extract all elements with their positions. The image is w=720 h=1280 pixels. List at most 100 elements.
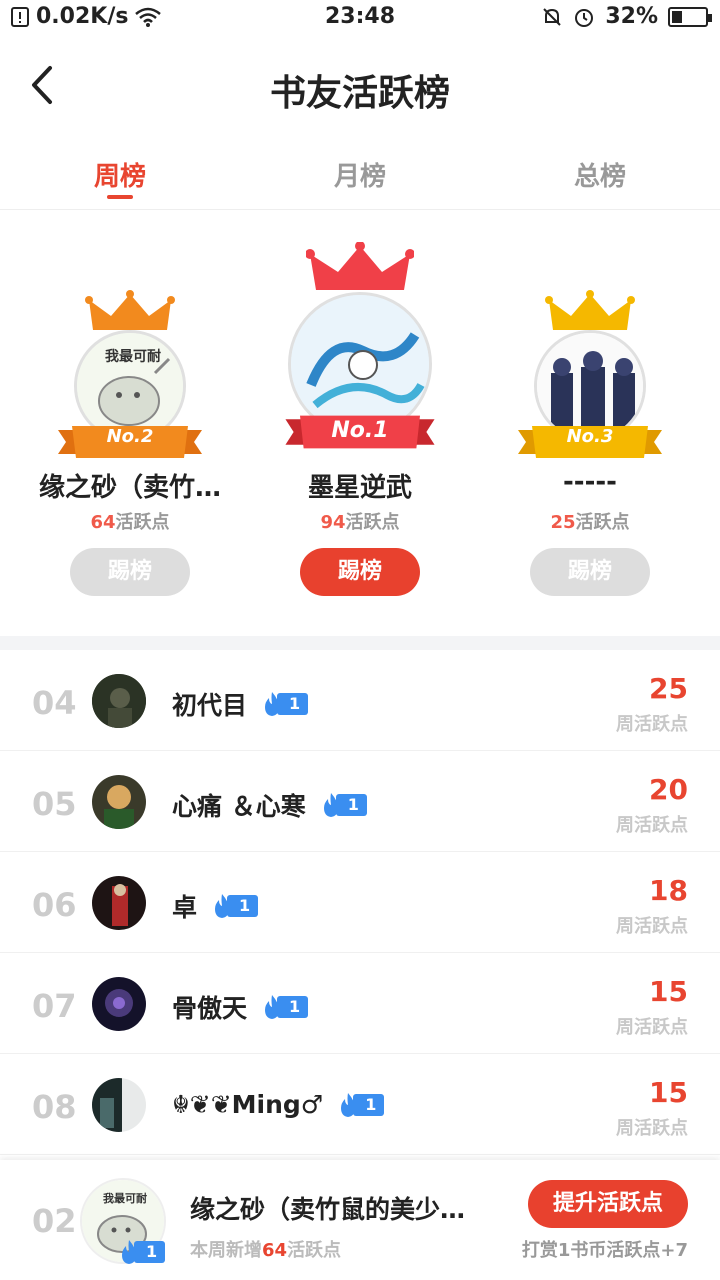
kick-button[interactable]: 踢榜 <box>300 548 420 596</box>
weekly-prefix: 本周新增 <box>190 1240 262 1261</box>
user-name-row: 卓 1 <box>172 888 259 924</box>
header: 书友活跃榜 <box>0 40 720 130</box>
my-rank-bar: 02 我最可耐 1 缘之砂（卖竹鼠的美少… 本周新增64活跃点 提升活跃点 打赏… <box>0 1160 720 1280</box>
weekly-score: 15 <box>649 975 688 1008</box>
flame-icon <box>341 1092 356 1117</box>
points-value: 94 <box>320 512 346 533</box>
user-name-row: 骨傲天 1 <box>172 989 309 1025</box>
points-value: 25 <box>550 512 576 533</box>
user-name-row: ☬❦❦Ming♂ 1 <box>172 1090 385 1119</box>
my-name: 缘之砂（卖竹鼠的美少… <box>190 1195 466 1224</box>
kick-button[interactable]: 踢榜 <box>70 548 190 596</box>
rank-number: 04 <box>32 684 77 722</box>
tab-bar: 周榜 月榜 总榜 <box>0 140 720 210</box>
flame-icon <box>323 793 338 817</box>
list-item[interactable]: 04 初代目 1 25 周活跃点 <box>0 650 720 751</box>
weekly-score-label: 周活跃点 <box>616 1017 688 1038</box>
points-suffix: 活跃点 <box>115 512 170 533</box>
flame-icon <box>265 692 280 716</box>
avatar-image <box>92 1078 146 1132</box>
user-name-row: 心痛 ＆心寒 1 <box>172 787 367 823</box>
ranking-list: 04 初代目 1 25 周活跃点 05 心痛 ＆心寒 1 20 周活跃点 06 … <box>0 650 720 1155</box>
list-item[interactable]: 06 卓 1 18 周活跃点 <box>0 852 720 953</box>
avatar[interactable] <box>92 674 146 728</box>
podium-name: ----- <box>563 467 617 497</box>
weekly-score: 25 <box>649 672 688 705</box>
level-badge: 1 <box>320 793 367 817</box>
boost-activity-button[interactable]: 提升活跃点 <box>528 1180 688 1228</box>
page-title: 书友活跃榜 <box>269 73 450 114</box>
avatar[interactable] <box>92 876 146 930</box>
mute-bell-icon <box>543 7 562 26</box>
rank-badge-text: No.3 <box>566 426 614 447</box>
tab-monthly[interactable]: 月榜 <box>240 140 480 209</box>
points-suffix: 活跃点 <box>575 512 630 533</box>
podium-second: 我最可耐 No.2 缘之砂（卖竹… 64活跃点 踢榜 <box>10 212 250 636</box>
weekly-suffix: 活跃点 <box>287 1240 342 1261</box>
user-name: 骨傲天 <box>172 994 248 1023</box>
podium-points: 64活跃点 <box>10 508 250 534</box>
weekly-score-label: 周活跃点 <box>616 1118 688 1139</box>
level-badge: 1 <box>261 995 309 1019</box>
level-badge: 1 <box>118 1240 166 1264</box>
user-name-row: 初代目 1 <box>172 686 309 722</box>
weekly-score: 18 <box>649 874 688 907</box>
level-badge: 1 <box>211 894 259 918</box>
section-divider <box>0 636 720 650</box>
weekly-score: 20 <box>649 773 688 806</box>
podium-first: No.1 墨星逆武 94活跃点 踢榜 <box>240 212 480 636</box>
avatar-image <box>92 674 146 728</box>
my-weekly-gain: 本周新增64活跃点 <box>190 1236 341 1262</box>
kick-button[interactable]: 踢榜 <box>530 548 650 596</box>
podium-points: 94活跃点 <box>240 508 480 534</box>
user-name: ☬❦❦Ming♂ <box>172 1090 324 1119</box>
avatar[interactable] <box>92 1078 146 1132</box>
avatar-image <box>92 977 146 1031</box>
flame-icon <box>265 995 280 1019</box>
podium: 我最可耐 No.2 缘之砂（卖竹… 64活跃点 踢榜 No.1 墨星逆武 94活… <box>0 212 720 636</box>
podium-name: 墨星逆武 <box>307 473 412 503</box>
flame-icon <box>122 1240 136 1264</box>
tab-weekly[interactable]: 周榜 <box>0 140 240 209</box>
flame-icon <box>215 894 230 918</box>
reward-tip: 打赏1书币活跃点+7 <box>521 1240 688 1261</box>
svg-text:我最可耐: 我最可耐 <box>105 348 161 365</box>
points-suffix: 活跃点 <box>345 512 400 533</box>
rank-number: 06 <box>32 886 77 924</box>
avatar-image <box>92 876 146 930</box>
user-name: 初代目 <box>172 691 248 720</box>
crown-icon <box>306 242 414 290</box>
user-name: 卓 <box>172 893 198 922</box>
list-item[interactable]: 07 骨傲天 1 15 周活跃点 <box>0 953 720 1054</box>
avatar-image <box>92 775 146 829</box>
my-rank-number: 02 <box>32 1202 77 1240</box>
avatar[interactable] <box>92 977 146 1031</box>
avatar[interactable] <box>92 775 146 829</box>
podium-name: 缘之砂（卖竹… <box>38 473 221 503</box>
user-name: 心痛 ＆心寒 <box>172 792 306 821</box>
weekly-score-label: 周活跃点 <box>616 714 688 735</box>
status-right: 32% <box>541 4 712 29</box>
alarm-icon <box>575 8 594 27</box>
podium-third: No.3 ----- 25活跃点 踢榜 <box>470 212 710 636</box>
weekly-score-label: 周活跃点 <box>616 815 688 836</box>
points-value: 64 <box>90 512 116 533</box>
list-item[interactable]: 05 心痛 ＆心寒 1 20 周活跃点 <box>0 751 720 852</box>
battery-percent: 32% <box>605 4 658 29</box>
rank-number: 07 <box>32 987 77 1025</box>
level-badge: 1 <box>337 1092 385 1117</box>
weekly-points: 64 <box>262 1240 288 1261</box>
rank-badge-text: No.2 <box>106 426 154 447</box>
battery-level <box>672 10 682 23</box>
podium-points: 25活跃点 <box>470 508 710 534</box>
rank-number: 08 <box>32 1088 77 1126</box>
status-bar: 0.02K/s 23:48 32% <box>0 0 720 38</box>
rank-badge-text: No.1 <box>331 418 389 443</box>
weekly-score: 15 <box>649 1076 688 1109</box>
battery-icon <box>668 6 712 27</box>
weekly-score-label: 周活跃点 <box>616 916 688 937</box>
svg-text:我最可耐: 我最可耐 <box>103 1191 147 1205</box>
list-item[interactable]: 08 ☬❦❦Ming♂ 1 15 周活跃点 <box>0 1054 720 1155</box>
level-badge: 1 <box>261 692 309 716</box>
tab-total[interactable]: 总榜 <box>480 140 720 209</box>
